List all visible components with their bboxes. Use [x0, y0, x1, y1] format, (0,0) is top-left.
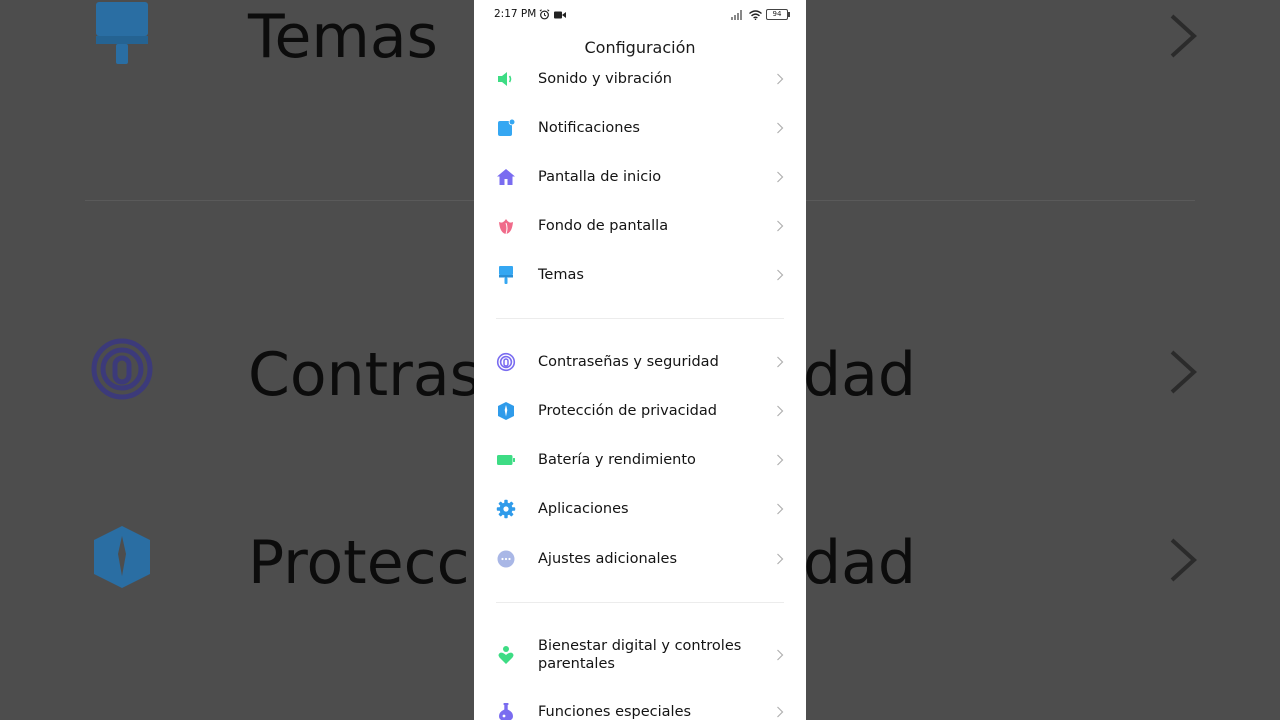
signal-icon [731, 10, 742, 20]
shield-icon [94, 526, 150, 588]
chevron-right-icon [777, 269, 784, 281]
fingerprint-icon [91, 338, 153, 400]
chevron-right-icon [777, 122, 784, 134]
bg-text-clip: Contraseñas y seguridad [248, 340, 480, 420]
chevron-right-icon [777, 171, 784, 183]
chevron-right-icon [777, 405, 784, 417]
settings-item-pantalla-inicio[interactable]: Pantalla de inicio [474, 155, 806, 199]
settings-item-ajustes-adicionales[interactable]: Ajustes adicionales [474, 537, 806, 581]
chevron-right-icon [777, 553, 784, 565]
wifi-icon [749, 10, 762, 20]
bg-text-clip-right: dad [806, 340, 916, 420]
settings-item-label: Temas [538, 267, 584, 283]
settings-item-aplicaciones[interactable]: Aplicaciones [474, 487, 806, 531]
settings-item-bateria[interactable]: Batería y rendimiento [474, 438, 806, 482]
bg-text: Protección de privacidad [248, 528, 480, 598]
settings-item-label: Ajustes adicionales [538, 551, 678, 567]
more-icon [497, 550, 515, 568]
fingerprint-icon [496, 352, 516, 372]
chevron-right-icon [777, 356, 784, 368]
settings-item-label: Sonido y vibración [538, 71, 672, 87]
flask-icon [499, 703, 513, 720]
settings-item-label: Aplicaciones [538, 501, 629, 517]
chevron-right-icon [777, 454, 784, 466]
gear-icon [496, 499, 516, 519]
settings-item-label: Bienestar digital y controles parentales [538, 638, 742, 672]
page-title: Configuración [584, 38, 696, 57]
settings-item-label: Pantalla de inicio [538, 169, 662, 185]
settings-item-label: Notificaciones [538, 120, 640, 136]
settings-item-label: Batería y rendimiento [538, 452, 696, 468]
settings-item-funciones-especiales[interactable]: Funciones especiales [474, 690, 806, 720]
settings-item-label: Funciones especiales [538, 704, 692, 720]
settings-item-sonido[interactable]: Sonido y vibración [474, 57, 806, 101]
wellbeing-icon [498, 646, 514, 664]
status-bar: 2:17 PM 94 [474, 6, 806, 24]
alarm-icon [539, 9, 550, 20]
bg-text-clip-right: dad [806, 528, 916, 608]
tulip-icon [499, 219, 513, 235]
shield-icon [498, 402, 514, 420]
group-divider [496, 602, 784, 603]
chevron-right-icon [1170, 538, 1197, 582]
chevron-right-icon [777, 706, 784, 718]
settings-item-label: Protección de privacidad [538, 403, 717, 419]
chevron-right-icon [777, 220, 784, 232]
settings-item-fondo[interactable]: Fondo de pantalla [474, 204, 806, 248]
battery-indicator: 94 [766, 9, 788, 20]
bg-text: dad [806, 340, 916, 410]
chevron-right-icon [777, 649, 784, 661]
bg-text-clip: Protección de privacidad [248, 528, 480, 608]
status-time: 2:17 PM [494, 8, 537, 20]
battery-icon [497, 455, 515, 465]
bg-text: Temas [248, 2, 438, 72]
paintbrush-icon [499, 266, 513, 284]
chevron-right-icon [777, 503, 784, 515]
settings-item-label: Fondo de pantalla [538, 218, 669, 234]
chevron-right-icon [1170, 350, 1197, 394]
settings-item-label: Contraseñas y seguridad [538, 354, 719, 370]
chevron-right-icon [1170, 14, 1197, 58]
chevron-right-icon [777, 73, 784, 85]
bg-text: dad [806, 528, 916, 598]
settings-item-contrasenas[interactable]: Contraseñas y seguridad [474, 340, 806, 384]
settings-item-privacidad[interactable]: Protección de privacidad [474, 389, 806, 433]
settings-item-temas[interactable]: Temas [474, 253, 806, 297]
phone-screen: 2:17 PM 94 Configuración Sonido y vibrac… [474, 0, 806, 720]
settings-item-bienestar[interactable]: Bienestar digital y controles parentales [474, 632, 806, 678]
home-icon [497, 169, 515, 185]
video-camera-icon [554, 11, 566, 19]
paintbrush-icon [96, 2, 148, 64]
speaker-icon [498, 72, 512, 86]
bg-text: Contraseñas y seguridad [248, 340, 480, 410]
battery-tip [788, 12, 790, 17]
group-divider [496, 318, 784, 319]
notification-icon [498, 118, 516, 136]
settings-item-notificaciones[interactable]: Notificaciones [474, 106, 806, 150]
